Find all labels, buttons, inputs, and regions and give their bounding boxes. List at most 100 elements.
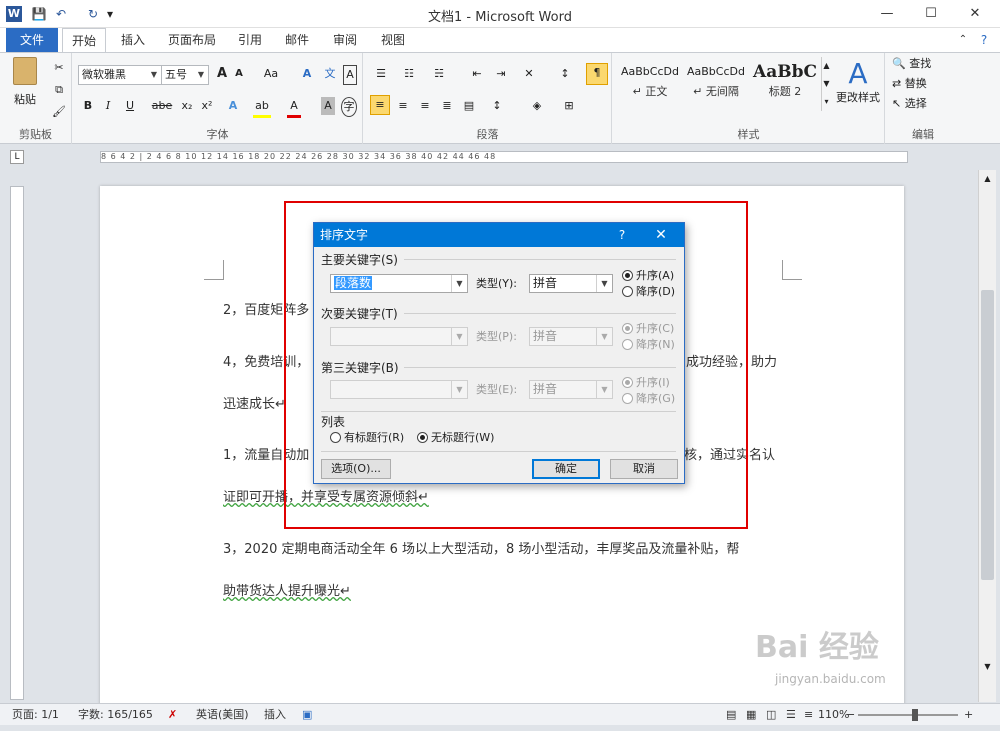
zoom-level[interactable]: 110% [818, 704, 849, 726]
find-button[interactable]: 🔍 查找 [892, 55, 954, 73]
tab-references[interactable]: 引用 [232, 28, 268, 52]
cancel-button[interactable]: 取消 [610, 459, 678, 479]
minimize-button[interactable]: — [864, 0, 910, 28]
dialog-help-button[interactable]: ? [612, 223, 632, 247]
font-size-combo[interactable]: 五号 ▼ [161, 65, 209, 85]
zoom-in-button[interactable]: + [964, 704, 973, 726]
close-button[interactable]: ✕ [952, 0, 998, 28]
font-color-icon[interactable]: A [287, 97, 301, 118]
secondary-asc-radio[interactable]: 升序(C) [622, 322, 674, 336]
change-case-button[interactable]: Aa [261, 65, 281, 83]
copy-icon[interactable]: ⧉ [50, 81, 68, 99]
strikethrough-button[interactable]: abe [149, 97, 175, 115]
collapse-ribbon-icon[interactable]: ⌃ [956, 28, 970, 52]
style-heading-2[interactable]: AaBbC 标题 2 [749, 61, 821, 107]
asian-layout-icon[interactable]: ✕ [520, 65, 538, 83]
maximize-button[interactable]: ☐ [908, 0, 954, 28]
no-header-row-radio[interactable]: 无标题行(W) [417, 431, 494, 445]
insert-mode[interactable]: 插入 [264, 704, 286, 726]
align-center-icon[interactable]: ≡ [394, 97, 412, 115]
tab-mailings[interactable]: 邮件 [278, 28, 316, 52]
style-normal[interactable]: AaBbCcDd ↵ 正文 [617, 61, 683, 107]
zoom-slider[interactable] [858, 714, 958, 716]
shrink-font-button[interactable]: A [233, 65, 245, 83]
text-effects-icon[interactable]: A [225, 97, 241, 115]
numbering-icon[interactable]: ☷ [400, 65, 418, 83]
char-border-icon[interactable]: A [343, 65, 357, 85]
dialog-close-button[interactable]: ✕ [646, 223, 676, 247]
change-styles-button[interactable]: 更改样式 [831, 89, 885, 107]
customize-qat-icon[interactable]: ▾ [104, 5, 116, 23]
select-button[interactable]: ↖ 选择 [892, 95, 954, 113]
align-left-icon[interactable]: ≡ [370, 95, 390, 115]
zoom-out-button[interactable]: − [846, 704, 855, 726]
tab-review[interactable]: 审阅 [326, 28, 364, 52]
bold-button[interactable]: B [81, 97, 95, 115]
line-spacing-icon[interactable]: ↕ [488, 97, 506, 115]
align-right-icon[interactable]: ≡ [416, 97, 434, 115]
distributed-icon[interactable]: ▤ [460, 97, 478, 115]
full-screen-icon[interactable]: ▦ [746, 704, 756, 726]
styles-scroll[interactable]: ▲ ▼ ▾ [821, 57, 831, 111]
phonetic-guide-icon[interactable]: 文 [323, 65, 337, 83]
outline-icon[interactable]: ☰ [786, 704, 796, 726]
primary-desc-radio[interactable]: 降序(D) [622, 285, 675, 299]
print-layout-icon[interactable]: ▤ [726, 704, 736, 726]
superscript-button[interactable]: x² [199, 97, 215, 115]
font-name-combo[interactable]: 微软雅黑 ▼ [78, 65, 162, 85]
redo-icon[interactable]: ↻ [84, 5, 102, 23]
underline-button[interactable]: U [123, 97, 137, 115]
tab-page-layout[interactable]: 页面布局 [162, 28, 222, 52]
ok-button[interactable]: 确定 [532, 459, 600, 479]
vertical-scrollbar[interactable]: ▲ ▼ [978, 170, 996, 702]
undo-icon[interactable]: ↶ [52, 5, 70, 23]
word-count[interactable]: 字数: 165/165 [78, 704, 153, 726]
primary-key-combo[interactable]: 段落数 ▼ [330, 274, 468, 293]
scrollbar-thumb[interactable] [981, 290, 994, 580]
save-icon[interactable]: 💾 [30, 5, 48, 23]
tertiary-type-combo[interactable]: 拼音 ▼ [529, 380, 613, 399]
vertical-ruler[interactable] [10, 186, 24, 700]
italic-button[interactable]: I [101, 97, 115, 115]
scroll-up-icon[interactable]: ▲ [981, 174, 994, 186]
draft-icon[interactable]: ≡ [804, 704, 813, 726]
style-no-spacing[interactable]: AaBbCcDd ↵ 无间隔 [683, 61, 749, 107]
help-icon[interactable]: ? [976, 28, 992, 52]
bullets-icon[interactable]: ☰ [372, 65, 390, 83]
tertiary-key-combo[interactable]: ▼ [330, 380, 468, 399]
tab-selector-icon[interactable]: L [10, 150, 24, 164]
change-styles-icon[interactable]: A [835, 59, 881, 89]
enclose-char-icon[interactable]: 字 [341, 97, 357, 117]
highlight-color-icon[interactable]: ab [253, 97, 271, 118]
cut-icon[interactable]: ✂ [50, 59, 68, 77]
tab-view[interactable]: 视图 [374, 28, 412, 52]
subscript-button[interactable]: x₂ [179, 97, 195, 115]
header-row-radio[interactable]: 有标题行(R) [330, 431, 404, 445]
primary-asc-radio[interactable]: 升序(A) [622, 269, 674, 283]
zoom-slider-thumb[interactable] [912, 709, 918, 721]
primary-type-combo[interactable]: 拼音 ▼ [529, 274, 613, 293]
tab-insert[interactable]: 插入 [114, 28, 152, 52]
options-button[interactable]: 选项(O)... [321, 459, 391, 479]
char-shading-icon[interactable]: A [321, 97, 335, 115]
replace-button[interactable]: ⇄ 替换 [892, 75, 954, 93]
secondary-desc-radio[interactable]: 降序(N) [622, 338, 675, 352]
multilevel-list-icon[interactable]: ☵ [430, 65, 448, 83]
tertiary-asc-radio[interactable]: 升序(I) [622, 376, 670, 390]
increase-indent-icon[interactable]: ⇥ [492, 65, 510, 83]
show-marks-icon[interactable]: ¶ [586, 63, 608, 85]
proofing-icon[interactable]: ✗ [168, 704, 177, 726]
borders-icon[interactable]: ⊞ [560, 97, 578, 115]
secondary-type-combo[interactable]: 拼音 ▼ [529, 327, 613, 346]
tab-file[interactable]: 文件 [6, 28, 58, 52]
justify-icon[interactable]: ≣ [438, 97, 456, 115]
page-count[interactable]: 页面: 1/1 [12, 704, 59, 726]
macro-icon[interactable]: ▣ [302, 704, 312, 726]
sort-icon[interactable]: ↕ [556, 65, 574, 83]
tertiary-desc-radio[interactable]: 降序(G) [622, 392, 675, 406]
web-layout-icon[interactable]: ◫ [766, 704, 776, 726]
language[interactable]: 英语(美国) [196, 704, 249, 726]
decrease-indent-icon[interactable]: ⇤ [468, 65, 486, 83]
scroll-down-icon[interactable]: ▼ [981, 662, 994, 674]
secondary-key-combo[interactable]: ▼ [330, 327, 468, 346]
